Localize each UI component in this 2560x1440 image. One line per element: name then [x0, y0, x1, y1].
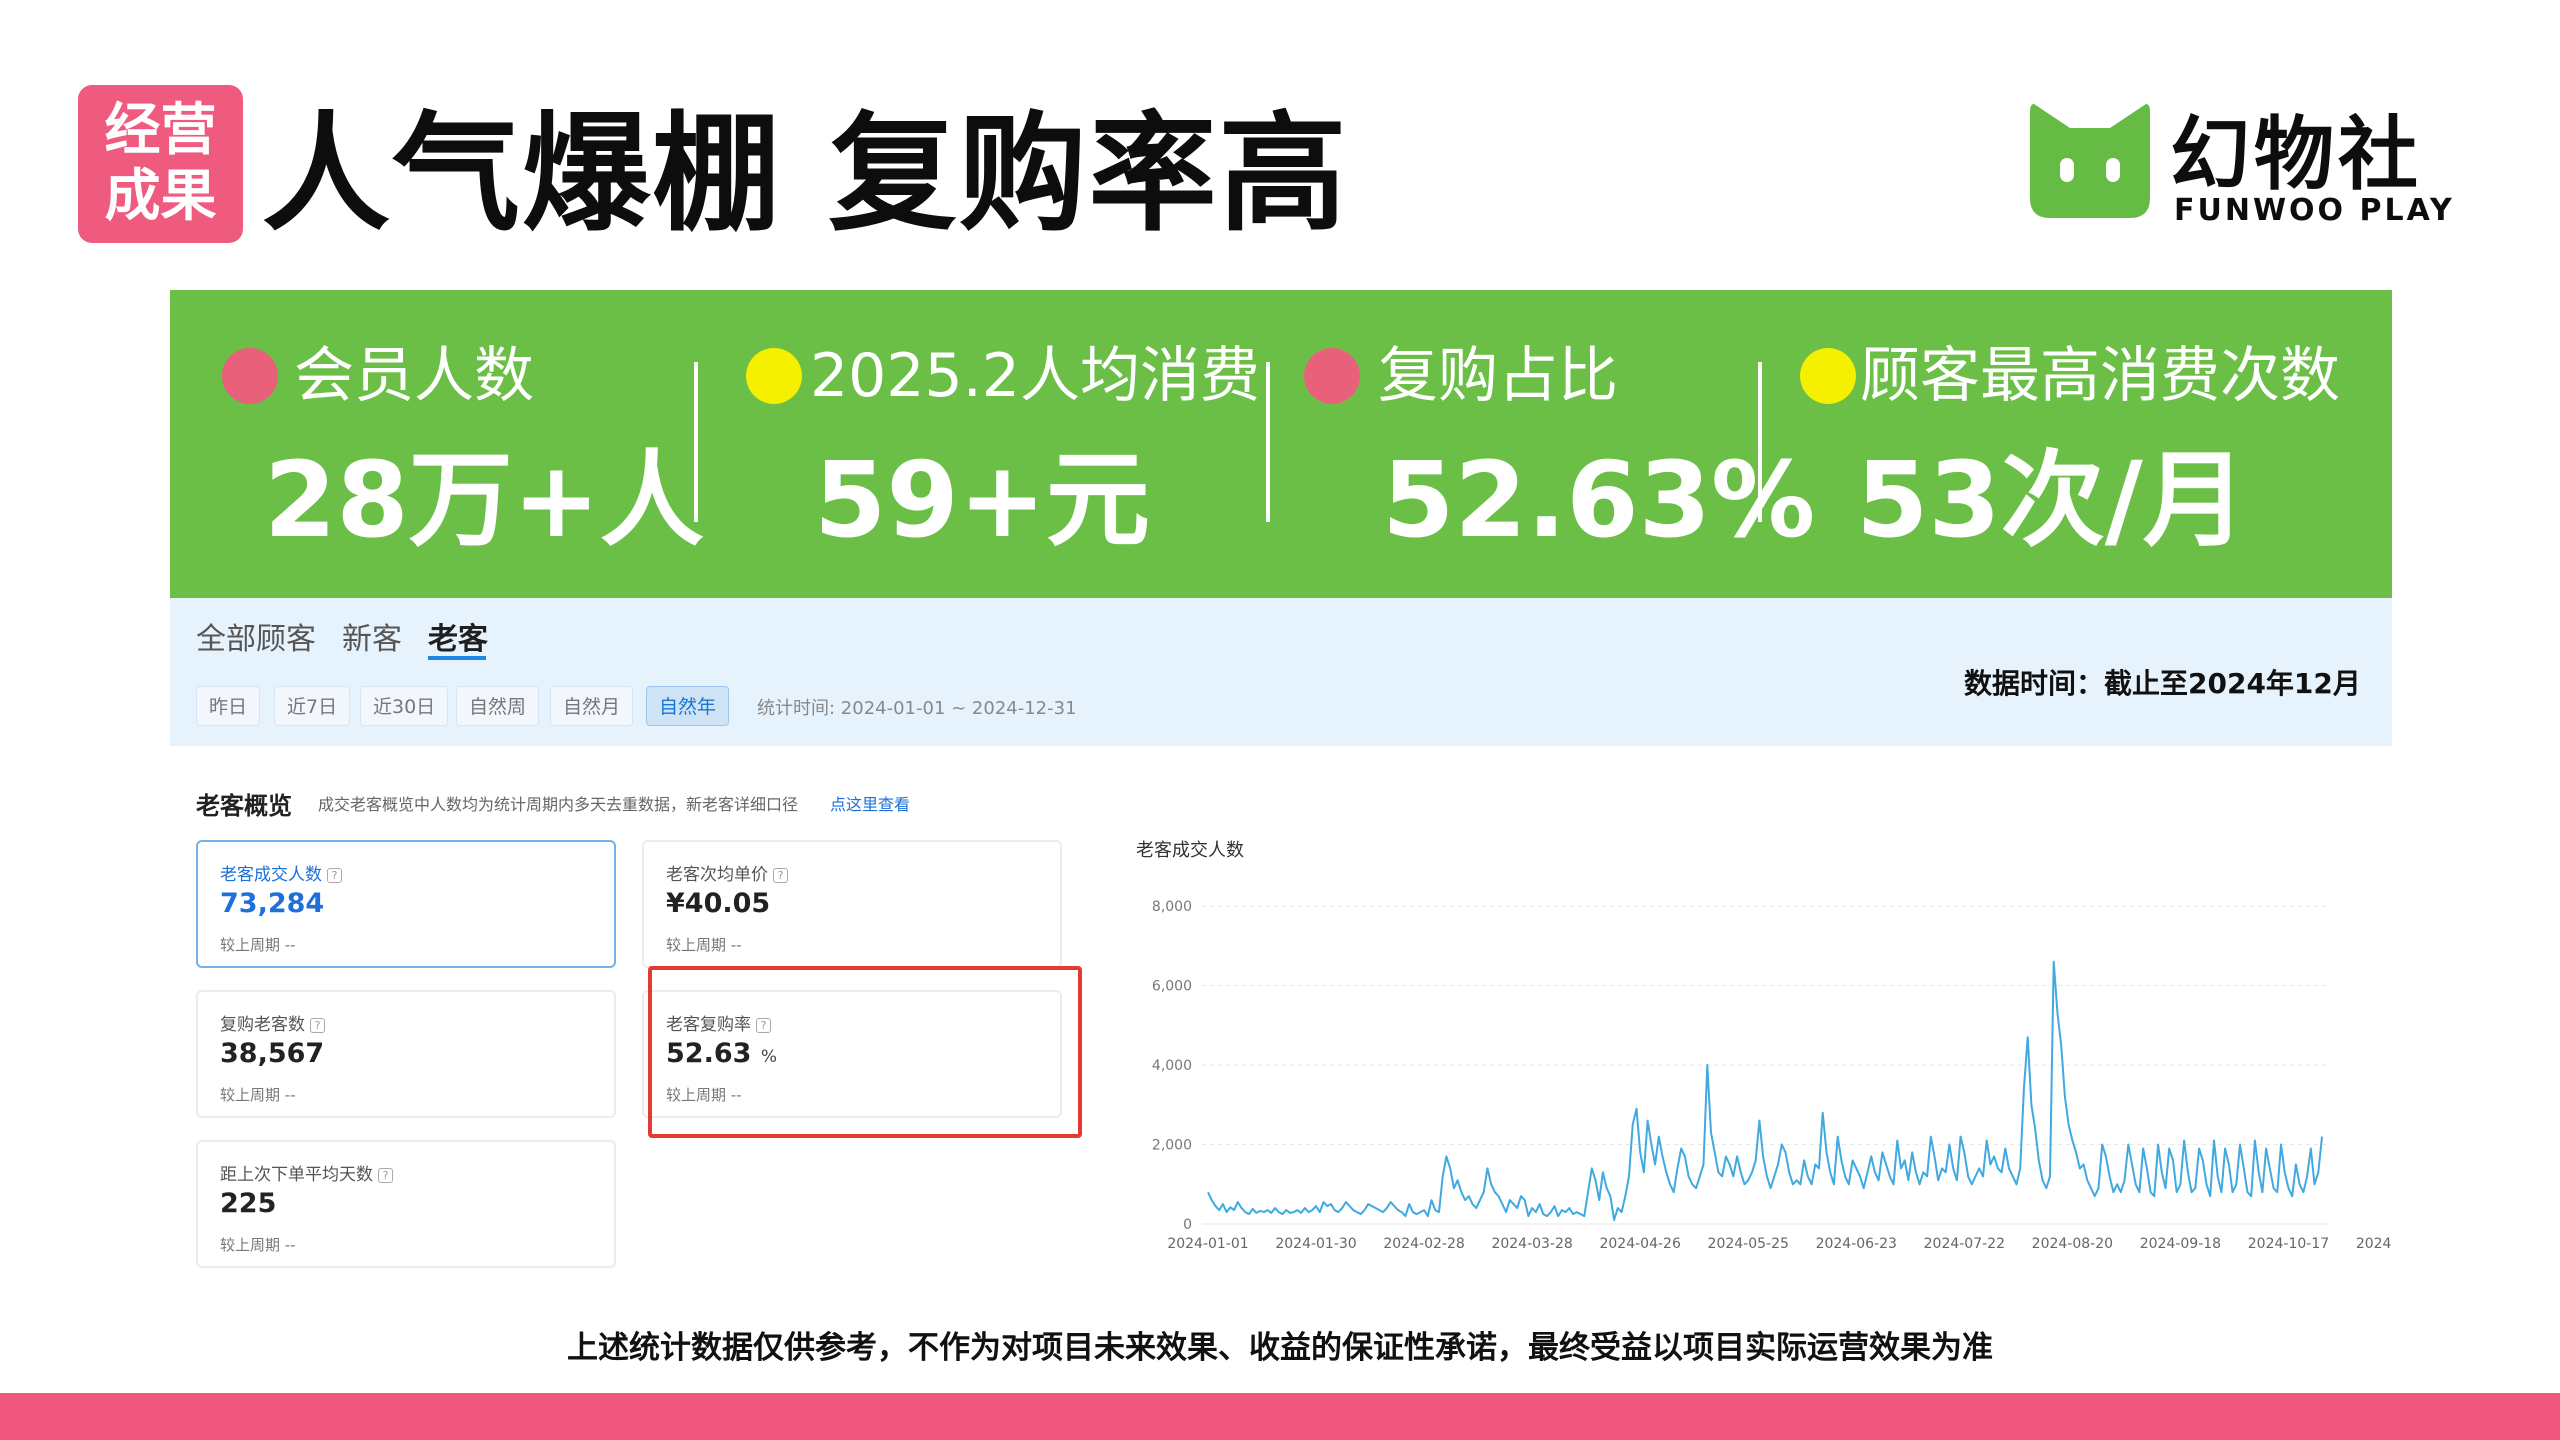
metric-card-avg-price[interactable]: 老客次均单价? ¥40.05 较上周期 -- [642, 840, 1062, 968]
section-link[interactable]: 点这里查看 [830, 791, 910, 815]
stat-label: 2025.2人均消费 [810, 341, 1260, 411]
x-tick-label: 2024-01-30 [1275, 1236, 1356, 1252]
disclaimer: 上述统计数据仅供参考，不作为对项目未来效果、收益的保证性承诺，最终受益以项目实际… [567, 1330, 1993, 1366]
metric-label-text: 距上次下单平均天数 [220, 1165, 373, 1185]
x-tick-label: 2024-11-15 [2356, 1236, 2392, 1252]
metric-label: 老客成交人数? [220, 860, 342, 885]
y-tick-label: 2,000 [1152, 1138, 1192, 1154]
date-chip-30d[interactable]: 近30日 [360, 686, 449, 726]
metric-label-text: 复购老客数 [220, 1015, 305, 1035]
date-chip-year[interactable]: 自然年 [646, 686, 730, 726]
metric-value: 73,284 [220, 888, 325, 919]
stat-value: 53次/月 [1856, 439, 2247, 561]
metric-label-text: 老客次均单价 [666, 865, 768, 885]
metric-value: ¥40.05 [666, 888, 771, 919]
y-tick-label: 0 [1183, 1217, 1192, 1233]
help-icon[interactable]: ? [310, 1017, 325, 1033]
stat-value: 52.63% [1382, 439, 1816, 561]
dashboard-screenshot: 全部顾客 新客 老客 昨日 近7日 近30日 自然周 自然月 自然年 统计时间:… [170, 598, 2545, 1268]
metric-card-returning-buyers[interactable]: 老客成交人数? 73,284 较上周期 -- [196, 840, 616, 968]
chart-title: 老客成交人数 [1136, 840, 1244, 861]
pink-dot-icon [1304, 348, 1360, 404]
date-chip-week[interactable]: 自然周 [456, 686, 540, 726]
x-tick-label: 2024-06-23 [1816, 1236, 1897, 1252]
metric-card-days-since-order[interactable]: 距上次下单平均天数? 225 较上周期 -- [196, 1140, 616, 1268]
stat-label: 会员人数 [294, 341, 534, 411]
stat-label: 复购占比 [1378, 341, 1618, 411]
section-tag: 经营 成果 [78, 85, 243, 243]
section-note: 成交老客概览中人数均为统计周期内多天去重数据，新老客详细口径 [318, 795, 799, 814]
stat-value: 59+元 [814, 439, 1150, 561]
x-tick-label: 2024-01-01 [1167, 1236, 1248, 1252]
metric-compare: 较上周期 -- [220, 1086, 296, 1104]
metric-label: 老客次均单价? [666, 860, 788, 885]
pink-dot-icon [222, 348, 278, 404]
tab-new-customers[interactable]: 新客 [342, 614, 402, 658]
tab-all-customers[interactable]: 全部顾客 [196, 614, 316, 658]
metric-label: 距上次下单平均天数? [220, 1160, 393, 1185]
dashboard-filter-bar: 全部顾客 新客 老客 昨日 近7日 近30日 自然周 自然月 自然年 统计时间:… [170, 598, 2392, 746]
metric-compare: 较上周期 -- [220, 936, 296, 954]
metric-label-text: 老客成交人数 [220, 865, 322, 885]
page-title: 人气爆棚 复购率高 [262, 100, 1349, 249]
tab-returning-customers[interactable]: 老客 [428, 614, 488, 658]
y-tick-label: 8,000 [1152, 899, 1192, 915]
x-tick-label: 2024-04-26 [1599, 1236, 1680, 1252]
date-chip-month[interactable]: 自然月 [550, 686, 634, 726]
section-tag-line-2: 成果 [104, 164, 217, 229]
line-chart: 0 2,000 4,000 6,000 8,000 2024-01-01 2024-01-3… [1130, 866, 2545, 1256]
x-tick-label: 2024-09-18 [2140, 1236, 2221, 1252]
stat-label: 顾客最高消费次数 [1860, 341, 2340, 411]
x-tick-label: 2024-10-17 [2248, 1236, 2329, 1252]
x-tick-label: 2024-02-28 [1383, 1236, 1464, 1252]
stats-banner: 会员人数 28万+人 2025.2人均消费 59+元 复购占比 52.63% 顾… [170, 290, 2392, 598]
metric-compare: 较上周期 -- [666, 936, 742, 954]
brand-name-en: FUNWOO PLAY [2174, 193, 2455, 228]
x-tick-label: 2024-03-28 [1491, 1236, 1572, 1252]
x-tick-label: 2024-05-25 [1708, 1236, 1789, 1252]
brand-name: 幻物社 [2170, 108, 2422, 201]
cat-face-icon [2030, 104, 2150, 218]
stat-divider [1266, 362, 1270, 522]
metric-card-repurchasers[interactable]: 复购老客数? 38,567 较上周期 -- [196, 990, 616, 1118]
line-chart-svg: 0 2,000 4,000 6,000 8,000 2024-01-01 2024-01-3… [1152, 899, 2545, 1252]
metric-value: 38,567 [220, 1038, 325, 1069]
x-tick-label: 2024-07-22 [1924, 1236, 2005, 1252]
yellow-dot-icon [1800, 348, 1856, 404]
x-tick-label: 2024-08-20 [2032, 1236, 2113, 1252]
series-line [1207, 960, 2323, 1221]
metric-compare: 较上周期 -- [220, 1236, 296, 1254]
highlight-frame [648, 966, 1082, 1138]
y-tick-label: 6,000 [1152, 979, 1192, 995]
date-chip-yesterday[interactable]: 昨日 [196, 686, 261, 726]
stat-value: 28万+人 [264, 439, 704, 561]
stat-divider [694, 362, 698, 522]
data-time-note: 数据时间：截止至2024年12月 [1964, 667, 2361, 700]
section-title: 老客概览 [196, 792, 292, 820]
stat-divider [1758, 362, 1762, 522]
help-icon[interactable]: ? [378, 1167, 393, 1183]
metric-label: 复购老客数? [220, 1010, 325, 1035]
help-icon[interactable]: ? [327, 867, 342, 883]
active-tab-indicator [428, 656, 486, 660]
footer-bar [0, 1393, 2560, 1440]
date-chip-7d[interactable]: 近7日 [274, 686, 351, 726]
date-range: 统计时间: 2024-01-01 ~ 2024-12-31 [757, 698, 1077, 719]
metric-value: 225 [220, 1188, 277, 1219]
y-tick-label: 4,000 [1152, 1058, 1192, 1074]
section-tag-line-1: 经营 [104, 98, 217, 163]
help-icon[interactable]: ? [773, 867, 788, 883]
yellow-dot-icon [746, 348, 802, 404]
